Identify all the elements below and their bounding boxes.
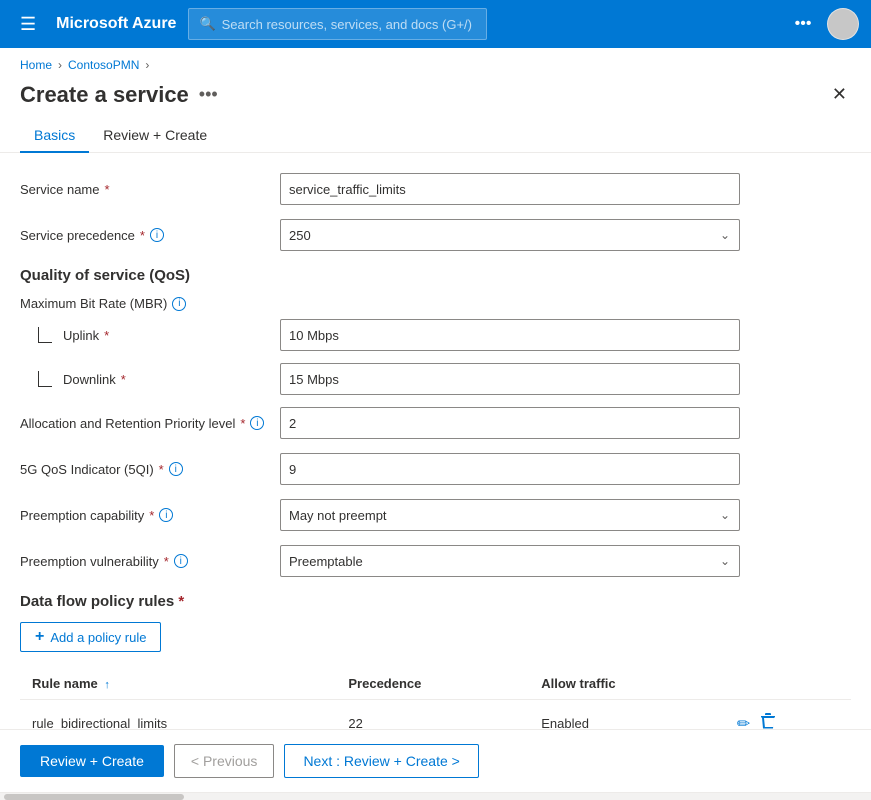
review-create-button[interactable]: Review + Create [20, 745, 164, 777]
mbr-info-icon[interactable]: i [172, 297, 186, 311]
downlink-control [280, 363, 740, 395]
horizontal-scrollbar[interactable] [0, 792, 871, 800]
policy-table-header: Rule name ↑ Precedence Allow traffic [20, 668, 851, 700]
sort-icon-rule-name[interactable]: ↑ [104, 679, 110, 691]
main-panel: Home › ContosoPMN › Create a service •••… [0, 48, 871, 800]
preemption-vul-select-wrap: Preemptable Not preemptable ⌄ [280, 545, 740, 577]
footer: Review + Create < Previous Next : Review… [0, 729, 871, 792]
service-name-required: * [104, 182, 109, 197]
service-precedence-label: Service precedence * i [20, 228, 280, 243]
preemption-vul-control: Preemptable Not preemptable ⌄ [280, 545, 740, 577]
downlink-label: Downlink * [20, 371, 280, 387]
preemption-vul-label: Preemption vulnerability * i [20, 554, 280, 569]
azure-logo: Microsoft Azure [56, 15, 176, 33]
page-title: Create a service [20, 82, 189, 108]
form-area: Service name * Service precedence * i 25… [0, 153, 871, 729]
downlink-input[interactable] [280, 363, 740, 395]
more-options-icon[interactable]: ••• [787, 8, 819, 40]
arp-info-icon[interactable]: i [250, 416, 264, 430]
arp-control [280, 407, 740, 439]
breadcrumb: Home › ContosoPMN › [0, 48, 871, 72]
col-precedence: Precedence [336, 668, 529, 700]
service-name-control [280, 173, 740, 205]
qos-indicator-control [280, 453, 740, 485]
col-rule-name: Rule name ↑ [20, 668, 336, 700]
search-bar[interactable]: 🔍 [188, 8, 486, 40]
service-precedence-select-wrap: 250 ⌄ [280, 219, 740, 251]
service-precedence-required: * [140, 228, 145, 243]
breadcrumb-resource[interactable]: ContosoPMN [68, 58, 139, 72]
mbr-label-row: Maximum Bit Rate (MBR) i [20, 296, 851, 311]
breadcrumb-sep-2: › [145, 58, 149, 72]
tab-bar: Basics Review + Create [0, 109, 871, 153]
nav-icons: ••• [787, 8, 859, 40]
data-flow-section-header: Data flow policy rules * [20, 593, 851, 610]
qos-indicator-label: 5G QoS Indicator (5QI) * i [20, 462, 280, 477]
add-policy-rule-label: Add a policy rule [50, 630, 146, 645]
panel-menu-icon[interactable]: ••• [199, 84, 218, 105]
row-action-icons: ✏ [737, 712, 839, 729]
col-allow-traffic: Allow traffic [529, 668, 725, 700]
search-input[interactable] [222, 17, 476, 32]
mbr-label: Maximum Bit Rate (MBR) i [20, 296, 280, 311]
qos-section-header: Quality of service (QoS) [20, 267, 851, 284]
uplink-label: Uplink * [20, 327, 280, 343]
preemption-vul-info-icon[interactable]: i [174, 554, 188, 568]
preemption-cap-control: May not preempt May preempt ⌄ [280, 499, 740, 531]
downlink-row: Downlink * [20, 363, 851, 395]
panel-title-row: Create a service ••• [20, 82, 218, 108]
breadcrumb-sep-1: › [58, 58, 62, 72]
arp-input[interactable] [280, 407, 740, 439]
panel-header: Create a service ••• ✕ [0, 72, 871, 109]
scroll-thumb[interactable] [4, 794, 184, 800]
data-flow-section: Data flow policy rules * + Add a policy … [20, 593, 851, 729]
add-policy-rule-button[interactable]: + Add a policy rule [20, 622, 161, 652]
preemption-cap-select-wrap: May not preempt May preempt ⌄ [280, 499, 740, 531]
delete-icon[interactable] [760, 712, 776, 729]
cell-precedence: 22 [336, 700, 529, 730]
plus-icon: + [35, 628, 44, 646]
preemption-cap-select[interactable]: May not preempt May preempt [280, 499, 740, 531]
tree-line-uplink [38, 327, 52, 343]
qos-indicator-input[interactable] [280, 453, 740, 485]
cell-allow-traffic: Enabled [529, 700, 725, 730]
user-avatar[interactable] [827, 8, 859, 40]
service-name-label: Service name * [20, 182, 280, 197]
arp-label: Allocation and Retention Priority level … [20, 416, 280, 431]
policy-rules-table: Rule name ↑ Precedence Allow traffic rul… [20, 668, 851, 729]
preemption-cap-info-icon[interactable]: i [159, 508, 173, 522]
service-name-row: Service name * [20, 173, 851, 205]
service-precedence-select[interactable]: 250 [280, 219, 740, 251]
next-button[interactable]: Next : Review + Create > [284, 744, 478, 778]
edit-icon[interactable]: ✏ [737, 714, 750, 730]
service-precedence-row: Service precedence * i 250 ⌄ [20, 219, 851, 251]
breadcrumb-home[interactable]: Home [20, 58, 52, 72]
hamburger-menu[interactable]: ☰ [12, 10, 44, 39]
uplink-row: Uplink * [20, 319, 851, 351]
col-actions [725, 668, 851, 700]
arp-row: Allocation and Retention Priority level … [20, 407, 851, 439]
close-button[interactable]: ✕ [828, 80, 851, 109]
service-precedence-info-icon[interactable]: i [150, 228, 164, 242]
service-precedence-control: 250 ⌄ [280, 219, 740, 251]
qos-indicator-info-icon[interactable]: i [169, 462, 183, 476]
service-name-input[interactable] [280, 173, 740, 205]
table-row: rule_bidirectional_limits 22 Enabled ✏ [20, 700, 851, 730]
uplink-control [280, 319, 740, 351]
uplink-input[interactable] [280, 319, 740, 351]
tab-review-create[interactable]: Review + Create [89, 119, 221, 153]
qos-indicator-row: 5G QoS Indicator (5QI) * i [20, 453, 851, 485]
preemption-vul-row: Preemption vulnerability * i Preemptable… [20, 545, 851, 577]
top-navigation: ☰ Microsoft Azure 🔍 ••• [0, 0, 871, 48]
previous-button[interactable]: < Previous [174, 744, 275, 778]
cell-rule-name: rule_bidirectional_limits [20, 700, 336, 730]
tab-basics[interactable]: Basics [20, 119, 89, 153]
preemption-cap-row: Preemption capability * i May not preemp… [20, 499, 851, 531]
cell-actions: ✏ [725, 700, 851, 730]
search-icon: 🔍 [199, 16, 215, 32]
policy-table-body: rule_bidirectional_limits 22 Enabled ✏ [20, 700, 851, 730]
preemption-cap-label: Preemption capability * i [20, 508, 280, 523]
tree-line-downlink [38, 371, 52, 387]
preemption-vul-select[interactable]: Preemptable Not preemptable [280, 545, 740, 577]
